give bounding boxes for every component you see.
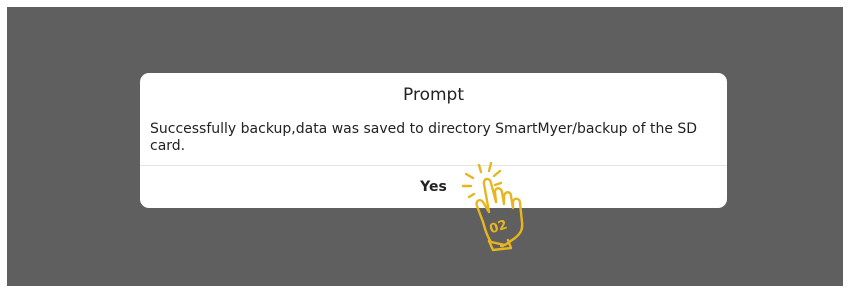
dimmed-screen-backdrop: Prompt Successfully backup,data was save… <box>7 7 843 286</box>
prompt-dialog: Prompt Successfully backup,data was save… <box>140 73 727 208</box>
dialog-title: Prompt <box>403 85 464 105</box>
dialog-message: Successfully backup,data was saved to di… <box>150 121 698 154</box>
tap-hand-icon: 02 <box>461 162 524 252</box>
tap-burst-line <box>493 181 503 187</box>
tap-burst-line <box>477 163 483 174</box>
hand-outline <box>475 177 524 247</box>
yes-button[interactable]: Yes <box>140 166 727 208</box>
tap-burst-line <box>464 172 475 180</box>
tap-burst-line <box>467 192 476 199</box>
step-number-label: 02 <box>488 217 510 237</box>
tap-burst-line <box>487 162 493 173</box>
tap-burst-line <box>492 169 502 178</box>
